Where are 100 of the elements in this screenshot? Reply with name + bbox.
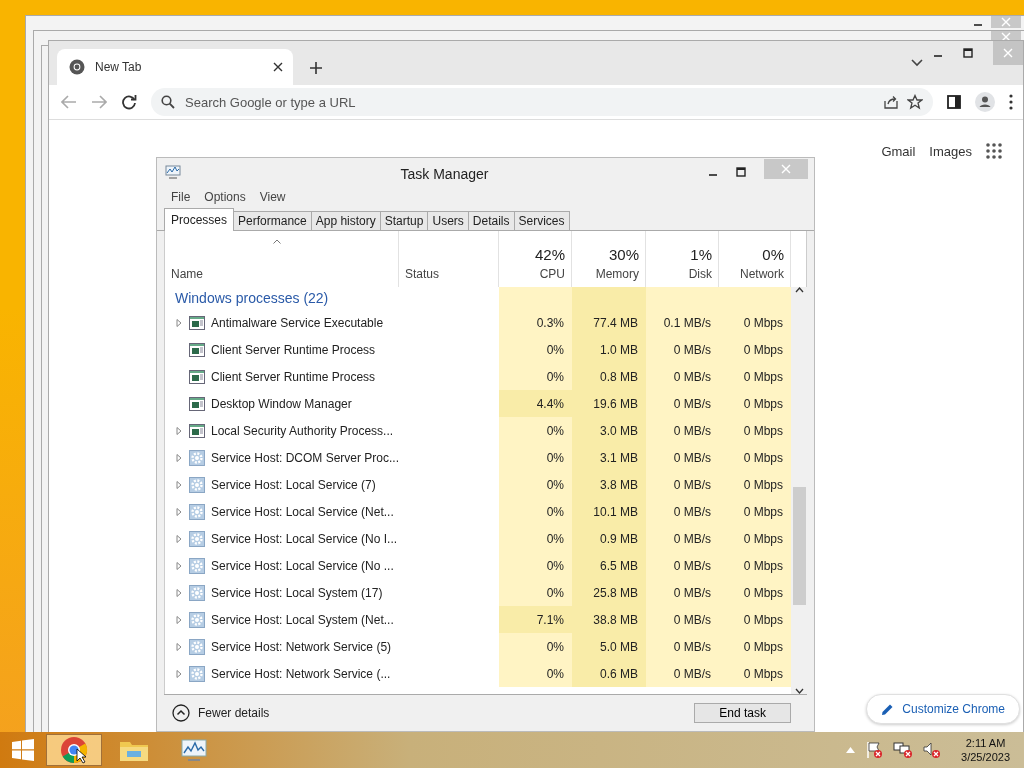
usage-total: 1% bbox=[690, 246, 712, 263]
tab[interactable]: Performance bbox=[233, 211, 312, 230]
forward-icon[interactable] bbox=[91, 95, 107, 109]
table-cell: 0 Mbps bbox=[719, 417, 791, 444]
table-cell: 0 MB/s bbox=[646, 390, 719, 417]
fewer-details-button[interactable]: Fewer details bbox=[172, 704, 270, 722]
chrome-logo-icon bbox=[60, 736, 88, 764]
star-icon[interactable] bbox=[907, 94, 923, 110]
column-header-cell[interactable]: Status bbox=[399, 231, 499, 287]
sort-caret-icon[interactable] bbox=[273, 239, 281, 244]
table-cell: 0 Mbps bbox=[719, 633, 791, 660]
clock-date[interactable]: 3/25/2023 bbox=[961, 750, 1010, 764]
table-cell: 3.8 MB bbox=[572, 471, 646, 498]
expand-icon[interactable] bbox=[175, 669, 183, 678]
tab[interactable]: Details bbox=[467, 211, 515, 230]
expand-icon[interactable] bbox=[175, 534, 183, 543]
tab-title: New Tab bbox=[95, 60, 143, 74]
chevron-down-icon[interactable] bbox=[911, 59, 923, 67]
process-name: Antimalware Service Executable bbox=[211, 315, 384, 330]
table-cell: 0% bbox=[499, 579, 572, 606]
table-cell: 0 MB/s bbox=[646, 471, 719, 498]
scroll-down-icon[interactable] bbox=[795, 688, 804, 694]
network-icon[interactable] bbox=[893, 741, 914, 759]
table-cell: 77.4 MB bbox=[572, 309, 646, 336]
maximize-icon[interactable] bbox=[736, 167, 746, 177]
expand-icon[interactable] bbox=[175, 318, 183, 327]
table-cell: 0% bbox=[499, 633, 572, 660]
clock-time[interactable]: 2:11 AM bbox=[965, 736, 1006, 750]
header-link[interactable]: Images bbox=[929, 143, 972, 159]
apps-grid-icon[interactable] bbox=[986, 143, 1002, 159]
expand-icon[interactable] bbox=[175, 561, 183, 570]
column-label: Name bbox=[171, 267, 204, 281]
back-icon[interactable] bbox=[61, 95, 77, 109]
table-cell: 0 Mbps bbox=[719, 444, 791, 471]
usage-total: 30% bbox=[608, 246, 639, 263]
tab[interactable]: Startup bbox=[379, 211, 429, 230]
share-icon[interactable] bbox=[883, 95, 899, 109]
expand-icon[interactable] bbox=[175, 588, 183, 597]
table-cell: 10.1 MB bbox=[572, 498, 646, 525]
expand-icon[interactable] bbox=[175, 615, 183, 624]
scrollbar[interactable] bbox=[791, 287, 808, 694]
process-name: Client Server Runtime Process bbox=[211, 369, 376, 384]
expand-icon[interactable] bbox=[175, 642, 183, 651]
end-task-button[interactable]: End task bbox=[694, 703, 791, 723]
tab[interactable]: App history bbox=[310, 211, 381, 230]
menu-icon[interactable] bbox=[1009, 94, 1013, 110]
speaker-muted-icon[interactable] bbox=[923, 741, 942, 759]
expand-icon[interactable] bbox=[175, 453, 183, 462]
menu-item[interactable]: File bbox=[171, 190, 191, 204]
tab[interactable]: Processes bbox=[164, 208, 235, 231]
profile-icon[interactable] bbox=[975, 92, 995, 112]
gear-icon bbox=[189, 503, 205, 520]
side-panel-icon[interactable] bbox=[947, 95, 961, 109]
menu-item[interactable]: View bbox=[259, 190, 286, 204]
window-title: Task Manager bbox=[400, 166, 489, 182]
expand-icon[interactable] bbox=[175, 480, 183, 489]
tab[interactable]: Services bbox=[513, 211, 570, 230]
scroll-up-icon[interactable] bbox=[795, 287, 804, 293]
maximize-icon[interactable] bbox=[963, 48, 973, 58]
tab-close-icon[interactable] bbox=[273, 62, 283, 72]
table-cell: 7.1% bbox=[499, 606, 572, 633]
header-link[interactable]: Gmail bbox=[881, 143, 916, 159]
table-cell: 0 MB/s bbox=[646, 417, 719, 444]
column-label: Disk bbox=[688, 267, 712, 281]
address-bar[interactable]: Search Google or type a URL bbox=[151, 88, 933, 116]
table-cell: 0 MB/s bbox=[646, 498, 719, 525]
group-heading: Windows processes (22) bbox=[174, 290, 330, 306]
tab[interactable]: Users bbox=[427, 211, 469, 230]
table-cell: 0% bbox=[499, 363, 572, 390]
table-cell: 0% bbox=[499, 660, 572, 687]
window-icon bbox=[189, 342, 205, 357]
column-label: Status bbox=[405, 267, 441, 281]
process-name: Service Host: Local System (17) bbox=[211, 585, 383, 600]
table-cell: 0 Mbps bbox=[719, 552, 791, 579]
windows-logo-icon[interactable] bbox=[12, 739, 34, 761]
process-name: Service Host: Network Service (5) bbox=[211, 639, 392, 654]
expand-icon[interactable] bbox=[175, 507, 183, 516]
table-cell: 3.0 MB bbox=[572, 417, 646, 444]
taskbar-app[interactable] bbox=[46, 734, 102, 766]
close-icon[interactable] bbox=[1003, 48, 1013, 58]
address-input[interactable]: Search Google or type a URL bbox=[183, 93, 875, 111]
column-label: CPU bbox=[539, 267, 565, 281]
table-cell: 0.3% bbox=[499, 309, 572, 336]
expand-icon[interactable] bbox=[175, 426, 183, 435]
table-cell: 0.1 MB/s bbox=[646, 309, 719, 336]
chevron-up-icon[interactable] bbox=[846, 747, 856, 753]
process-name: Service Host: Local Service (No ... bbox=[211, 558, 394, 573]
reload-icon[interactable] bbox=[121, 94, 137, 110]
table-cell: 0% bbox=[499, 498, 572, 525]
table-cell: 0 MB/s bbox=[646, 525, 719, 552]
close-icon[interactable] bbox=[1001, 32, 1011, 42]
menu-item[interactable]: Options bbox=[204, 190, 246, 204]
scroll-thumb[interactable] bbox=[793, 487, 806, 605]
gear-icon bbox=[189, 449, 205, 466]
flag-icon[interactable] bbox=[865, 741, 884, 759]
browser-tab[interactable]: New Tab bbox=[57, 49, 293, 85]
customize-chrome-button[interactable]: Customize Chrome bbox=[866, 694, 1020, 724]
new-tab-icon[interactable] bbox=[309, 61, 323, 75]
column-header-cell[interactable]: Name bbox=[165, 231, 399, 287]
table-cell: 0 Mbps bbox=[719, 309, 791, 336]
